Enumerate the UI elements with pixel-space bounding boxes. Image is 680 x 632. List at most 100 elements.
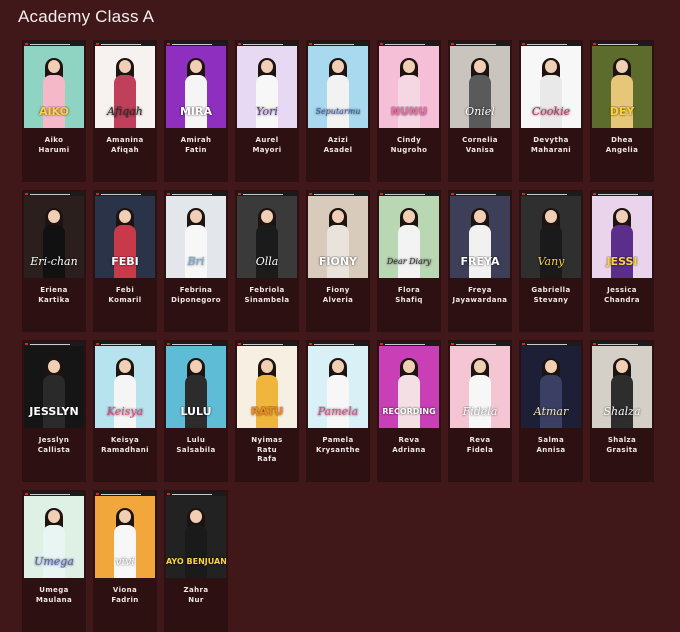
member-name-line: Dhea [611, 136, 633, 144]
member-card[interactable]: Atmar Salma Annisa [519, 340, 583, 482]
member-card[interactable]: Fidela Reva Fidela [448, 340, 512, 482]
member-poster[interactable]: Fidela [450, 342, 510, 428]
member-card[interactable]: NUNU Cindy Nugroho [377, 40, 441, 182]
member-name: Febrina Diponegoro [166, 286, 226, 305]
member-card[interactable]: Pamela Pamela Krysanthe [306, 340, 370, 482]
member-poster[interactable]: Bri [166, 192, 226, 278]
member-name: Jesslyn Callista [24, 436, 84, 455]
member-poster[interactable]: Oniel [450, 42, 510, 128]
member-card[interactable]: Eri-chan Eriena Kartika [22, 190, 86, 332]
member-poster[interactable]: Shalza [592, 342, 652, 428]
member-poster[interactable]: Cookie [521, 42, 581, 128]
member-poster[interactable]: Dear Diary [379, 192, 439, 278]
poster-caption: JESSI [606, 256, 638, 268]
poster-header-strip [450, 192, 510, 196]
member-card[interactable]: Yori Aurel Mayori [235, 40, 299, 182]
member-name-line: Ratu [256, 445, 278, 454]
member-poster[interactable]: JESSLYN [24, 342, 84, 428]
member-grid: AIKO Aiko Harumi Afiqah Amanina Afiqah MIRA Ami… [0, 0, 680, 632]
member-poster[interactable]: Umega [24, 492, 84, 578]
member-name: Azizi Asadel [308, 136, 368, 155]
member-name: Nyimas Ratu Rafa [237, 436, 297, 465]
member-name: Amirah Fatin [166, 136, 226, 155]
member-name-line: Vanisa [465, 145, 495, 154]
member-card[interactable]: Keisya Keisya Ramadhani [93, 340, 157, 482]
member-poster[interactable]: Olla [237, 192, 297, 278]
member-poster[interactable]: Vany [521, 192, 581, 278]
member-card[interactable]: AYO BENJUANG ZahraNur [164, 490, 228, 632]
member-card[interactable]: DEY Dhea Angelia [590, 40, 654, 182]
member-card[interactable]: Vany Gabriella Stevany [519, 190, 583, 332]
member-name: Aurel Mayori [237, 136, 297, 155]
member-card[interactable]: LULU Lulu Salsabila [164, 340, 228, 482]
member-name-line: Amanina [106, 136, 144, 144]
member-poster[interactable]: Eri-chan [24, 192, 84, 278]
member-card[interactable]: Shalza Shalza Grasita [590, 340, 654, 482]
member-name-line: Callista [37, 445, 71, 454]
poster-caption: Dear Diary [386, 257, 432, 266]
member-card[interactable]: Dear Diary Flora Shafiq [377, 190, 441, 332]
member-card[interactable]: Oniel Cornelia Vanisa [448, 40, 512, 182]
member-name: Dhea Angelia [592, 136, 652, 155]
member-poster[interactable]: FIONY [308, 192, 368, 278]
member-card[interactable]: RATU Nyimas Ratu Rafa [235, 340, 299, 482]
poster-header-strip [95, 342, 155, 346]
member-name: Devytha Maharani [521, 136, 581, 155]
poster-caption: Afiqah [107, 106, 143, 118]
poster-header-strip [24, 492, 84, 496]
member-poster[interactable]: FEBI [95, 192, 155, 278]
poster-header-strip [24, 192, 84, 196]
member-card[interactable]: Olla Febriola Sinambela [235, 190, 299, 332]
member-card[interactable]: Seputarmu Azizi Asadel [306, 40, 370, 182]
member-poster[interactable]: Atmar [521, 342, 581, 428]
member-name-line: Jessica [607, 286, 637, 294]
member-name-line: Rafa [257, 455, 277, 463]
member-name-line: Aurel [255, 136, 279, 144]
member-poster[interactable]: RECORDING [379, 342, 439, 428]
poster-caption: RATU [250, 406, 284, 418]
member-poster[interactable]: Yori [237, 42, 297, 128]
poster-header-strip [521, 42, 581, 46]
member-card[interactable]: JESSI Jessica Chandra [590, 190, 654, 332]
member-poster[interactable]: Seputarmu [308, 42, 368, 128]
member-card[interactable]: Cookie Devytha Maharani [519, 40, 583, 182]
member-poster[interactable]: MIRA [166, 42, 226, 128]
member-card[interactable]: RECORDING Reva Adriana [377, 340, 441, 482]
member-poster[interactable]: RATU [237, 342, 297, 428]
member-card[interactable]: FIONY Fiony Alveria [306, 190, 370, 332]
member-poster[interactable]: Afiqah [95, 42, 155, 128]
poster-header-strip [24, 342, 84, 346]
member-card[interactable]: AIKO Aiko Harumi [22, 40, 86, 182]
member-poster[interactable]: JESSI [592, 192, 652, 278]
member-name-line: Komaril [108, 295, 142, 304]
member-card[interactable]: JESSLYN Jesslyn Callista [22, 340, 86, 482]
member-card[interactable]: FREYA Freya Jayawardana [448, 190, 512, 332]
member-name-line: Cindy [396, 136, 422, 144]
member-card[interactable]: vivi Viona Fadrin [93, 490, 157, 632]
member-poster[interactable]: FREYA [450, 192, 510, 278]
member-poster[interactable]: vivi [95, 492, 155, 578]
member-card[interactable]: Bri Febrina Diponegoro [164, 190, 228, 332]
member-name: Cindy Nugroho [379, 136, 439, 155]
member-name-line: Flora [397, 286, 421, 294]
member-name-line: Devytha [533, 136, 569, 144]
member-card[interactable]: MIRA Amirah Fatin [164, 40, 228, 182]
member-poster[interactable]: LULU [166, 342, 226, 428]
member-poster[interactable]: DEY [592, 42, 652, 128]
member-poster[interactable]: NUNU [379, 42, 439, 128]
poster-header-strip [379, 192, 439, 196]
member-name-line: Stevany [533, 295, 569, 304]
member-name: Umega Maulana [24, 586, 84, 605]
member-poster[interactable]: Keisya [95, 342, 155, 428]
member-card[interactable]: Afiqah Amanina Afiqah [93, 40, 157, 182]
poster-caption: FEBI [111, 256, 139, 268]
member-name: Pamela Krysanthe [308, 436, 368, 455]
member-poster[interactable]: Pamela [308, 342, 368, 428]
member-card[interactable]: Umega Umega Maulana [22, 490, 86, 632]
member-poster[interactable]: AYO BENJUANG [166, 492, 226, 578]
member-name-line: Azizi [327, 136, 349, 144]
poster-caption: Vany [537, 256, 565, 268]
member-card[interactable]: FEBI Febi Komaril [93, 190, 157, 332]
member-name-line: Shafiq [395, 295, 423, 304]
member-poster[interactable]: AIKO [24, 42, 84, 128]
